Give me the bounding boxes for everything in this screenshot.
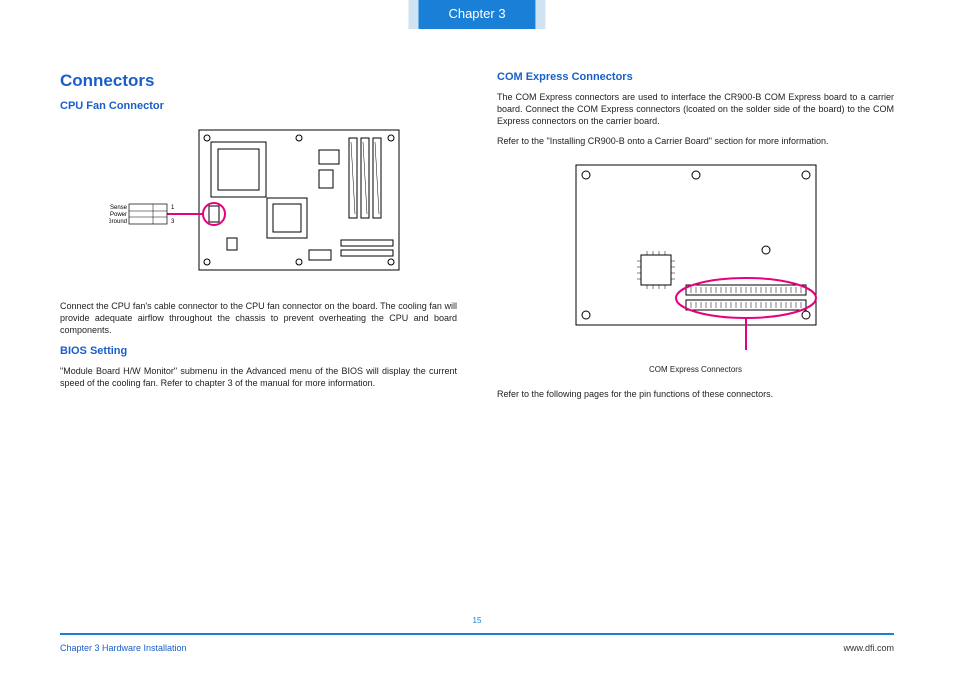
com-express-body2: Refer to the "Installing CR900-B onto a … [497,135,894,147]
page-number: 15 [473,616,482,625]
com-express-caption: COM Express Connectors [497,365,894,376]
com-express-body1: The COM Express connectors are used to i… [497,91,894,127]
pin-label-power: Power [109,212,126,218]
subheading-com-express: COM Express Connectors [497,70,894,85]
com-express-body3: Refer to the following pages for the pin… [497,388,894,400]
bios-body: "Module Board H/W Monitor" submenu in th… [60,365,457,389]
cpu-fan-body: Connect the CPU fan's cable connector to… [60,300,457,336]
right-column: COM Express Connectors The COM Express c… [497,70,894,605]
pin-num-3: 3 [171,219,175,225]
left-column: Connectors CPU Fan Connector [60,70,457,605]
cpu-fan-diagram: Sense Power Ground 1 3 [60,120,457,290]
footer-left: Chapter 3 Hardware Installation [60,643,187,653]
pin-label-ground: Ground [109,219,127,225]
subheading-bios: BIOS Setting [60,344,457,359]
com-express-diagram [497,155,894,355]
pin-num-1: 1 [171,205,175,211]
footer-right: www.dfi.com [843,643,894,653]
chapter-tab: Chapter 3 [418,0,535,29]
section-heading-connectors: Connectors [60,70,457,93]
pin-label-sense: Sense [109,205,127,211]
footer-rule [60,633,894,635]
subheading-cpu-fan: CPU Fan Connector [60,99,457,114]
